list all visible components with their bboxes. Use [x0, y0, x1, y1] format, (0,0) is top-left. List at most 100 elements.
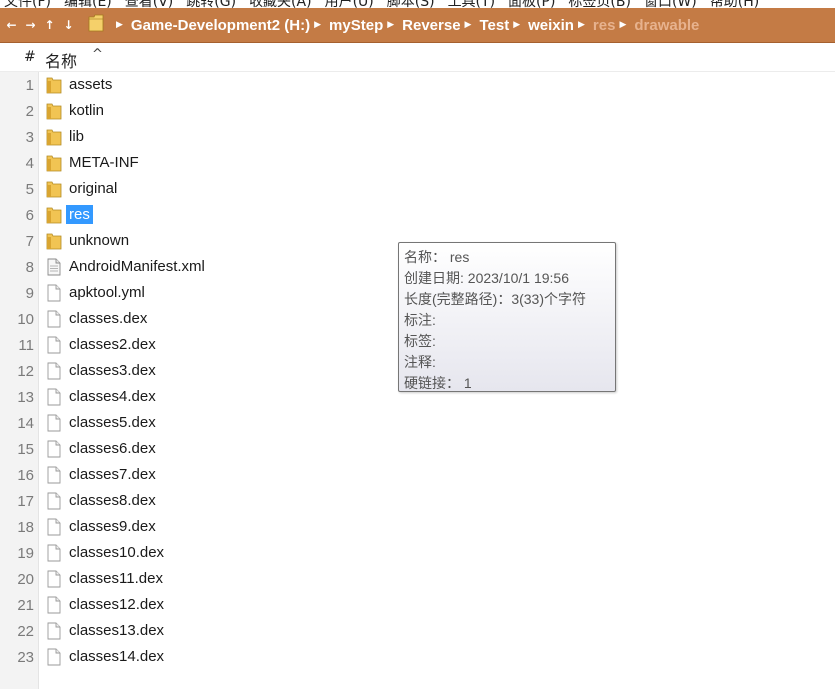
menu-item[interactable]: 脚本(S) [387, 0, 435, 8]
file-name[interactable]: lib [66, 127, 87, 146]
file-name[interactable]: unknown [66, 231, 132, 250]
list-item[interactable]: 3 lib [0, 124, 835, 150]
file-icon [45, 414, 63, 432]
folder-icon [45, 154, 63, 172]
list-item[interactable]: 6 res [0, 202, 835, 228]
chevron-right-icon[interactable]: ▶ [619, 20, 626, 30]
file-name[interactable]: kotlin [66, 101, 107, 120]
down-button[interactable]: ↓ [59, 18, 78, 32]
index-column-header[interactable]: # [24, 49, 36, 65]
list-item[interactable]: 16 classes7.dex [0, 462, 835, 488]
tooltip-line: 名称： res [404, 249, 470, 265]
xml-file-icon [45, 258, 63, 276]
menu-item[interactable]: 工具(T) [448, 0, 495, 8]
menu-items: 文件(F) 编辑(E) 查看(V) 跳转(G) 收藏夹(A) 用户(U) 脚本(S) 工具(T… [4, 0, 772, 8]
menu-item[interactable]: 编辑(E) [64, 0, 112, 8]
file-name[interactable]: classes13.dex [66, 621, 167, 640]
breadcrumb-item[interactable]: drawable [634, 17, 699, 34]
breadcrumb-item[interactable]: res [593, 17, 616, 34]
menu-item[interactable]: 跳转(G) [186, 0, 236, 8]
list-item[interactable]: 22 classes13.dex [0, 618, 835, 644]
back-button[interactable]: ← [2, 18, 21, 32]
list-item[interactable]: 19 classes10.dex [0, 540, 835, 566]
forward-button[interactable]: → [21, 18, 40, 32]
file-name[interactable]: AndroidManifest.xml [66, 257, 208, 276]
file-name[interactable]: classes.dex [66, 309, 150, 328]
menu-item[interactable]: 标签页(B) [568, 0, 631, 8]
file-name[interactable]: classes2.dex [66, 335, 159, 354]
list-item[interactable]: 18 classes9.dex [0, 514, 835, 540]
row-number: 7 [25, 233, 34, 250]
tooltip-line: 长度(完整路径)：3(33)个字符 [404, 291, 587, 307]
file-name[interactable]: classes12.dex [66, 595, 167, 614]
row-number: 17 [17, 493, 34, 510]
file-name[interactable]: res [66, 205, 93, 224]
name-column-header[interactable]: 名称 [45, 48, 77, 72]
breadcrumb-item[interactable]: weixin [528, 17, 574, 34]
list-item[interactable]: 5 original [0, 176, 835, 202]
file-name[interactable]: apktool.yml [66, 283, 148, 302]
tooltip-line: 创建日期: 2023/10/1 19:56 [404, 270, 569, 286]
menu-item[interactable]: 文件(F) [4, 0, 51, 8]
list-item[interactable]: 4 META-INF [0, 150, 835, 176]
file-name[interactable]: assets [66, 75, 115, 94]
file-name[interactable]: classes4.dex [66, 387, 159, 406]
file-name[interactable]: META-INF [66, 153, 142, 172]
file-info-tooltip: 名称： res 创建日期: 2023/10/1 19:56 长度(完整路径)：3(3… [398, 242, 616, 392]
chevron-right-icon[interactable]: ▶ [387, 20, 394, 30]
chevron-right-icon[interactable]: ▶ [116, 20, 123, 30]
row-number: 14 [17, 415, 34, 432]
file-name[interactable]: classes14.dex [66, 647, 167, 666]
list-item[interactable]: 14 classes5.dex [0, 410, 835, 436]
file-icon [45, 336, 63, 354]
chevron-right-icon[interactable]: ▶ [513, 20, 520, 30]
file-name[interactable]: classes3.dex [66, 361, 159, 380]
list-item[interactable]: 1 assets [0, 72, 835, 98]
row-number: 2 [25, 103, 34, 120]
folder-icon [45, 76, 63, 94]
file-name[interactable]: classes8.dex [66, 491, 159, 510]
folder-icon [45, 128, 63, 146]
breadcrumb-item[interactable]: Test [479, 17, 509, 34]
breadcrumb-item[interactable]: myStep [329, 17, 383, 34]
row-number: 8 [25, 259, 34, 276]
chevron-right-icon[interactable]: ▶ [465, 20, 472, 30]
list-item[interactable]: 15 classes6.dex [0, 436, 835, 462]
menu-item[interactable]: 窗口(W) [644, 0, 697, 8]
breadcrumb-item[interactable]: Reverse [402, 17, 460, 34]
chevron-right-icon[interactable]: ▶ [314, 20, 321, 30]
row-number: 3 [25, 129, 34, 146]
file-icon [45, 492, 63, 510]
file-icon [45, 648, 63, 666]
file-name[interactable]: classes11.dex [66, 569, 166, 588]
list-item[interactable]: 2 kotlin [0, 98, 835, 124]
list-item[interactable]: 20 classes11.dex [0, 566, 835, 592]
address-bar: ← → ↑ ↓ ▶ Game-Development2 (H:) ▶ myStep ▶ R… [0, 8, 835, 43]
list-item[interactable]: 17 classes8.dex [0, 488, 835, 514]
menu-item[interactable]: 查看(V) [125, 0, 174, 8]
row-number: 11 [18, 337, 34, 354]
tooltip-line: 硬链接： 1 [404, 375, 472, 391]
row-number: 23 [17, 649, 34, 666]
file-name[interactable]: classes7.dex [66, 465, 159, 484]
list-item[interactable]: 21 classes12.dex [0, 592, 835, 618]
menu-item[interactable]: 面板(P) [508, 0, 555, 8]
menu-item[interactable]: 用户(U) [325, 0, 374, 8]
file-name[interactable]: classes6.dex [66, 439, 159, 458]
list-item[interactable]: 23 classes14.dex [0, 644, 835, 670]
file-name[interactable]: classes10.dex [66, 543, 167, 562]
menu-item[interactable]: 收藏夹(A) [249, 0, 312, 8]
file-icon [45, 466, 63, 484]
file-name[interactable]: classes9.dex [66, 517, 159, 536]
row-number: 20 [17, 571, 34, 588]
menu-item[interactable]: 帮助(H) [710, 0, 759, 8]
column-header: # 名称 ^ [0, 43, 835, 72]
file-icon [45, 570, 63, 588]
file-icon [45, 310, 63, 328]
file-name[interactable]: original [66, 179, 120, 198]
breadcrumb-item[interactable]: Game-Development2 (H:) [131, 17, 310, 34]
row-number: 13 [17, 389, 34, 406]
chevron-right-icon[interactable]: ▶ [578, 20, 585, 30]
file-name[interactable]: classes5.dex [66, 413, 159, 432]
up-button[interactable]: ↑ [40, 18, 59, 32]
